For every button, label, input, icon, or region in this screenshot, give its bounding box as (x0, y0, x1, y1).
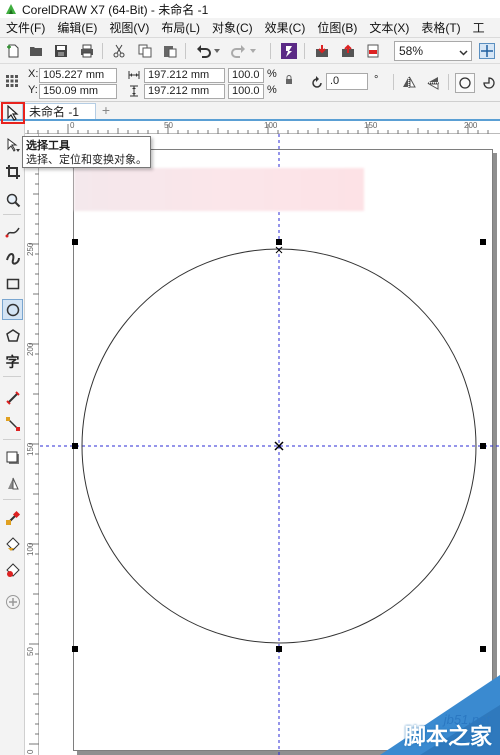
transparency-tool-icon[interactable] (2, 473, 23, 494)
title-bar: CorelDRAW X7 (64-Bit) - 未命名 -1 (0, 0, 500, 18)
export-icon[interactable] (338, 41, 358, 61)
redo-dropdown-icon[interactable] (248, 41, 258, 61)
polygon-tool-icon[interactable] (2, 325, 23, 346)
pie-mode-icon[interactable] (479, 73, 499, 93)
menu-bitmaps[interactable]: 位图(B) (311, 19, 363, 36)
rotation-icon (307, 73, 327, 93)
vruler-label-100: 100 (26, 542, 35, 556)
open-folder-icon[interactable] (26, 41, 46, 61)
horizontal-ruler[interactable]: 0 50 100 150 200 (25, 121, 500, 134)
rectangle-tool-icon[interactable] (2, 273, 23, 294)
vruler-label-50: 50 (26, 647, 35, 656)
lock-ratio-icon[interactable] (283, 73, 295, 87)
document-tab[interactable]: 未命名 -1 (22, 103, 96, 120)
ruler-label-100: 100 (264, 121, 278, 130)
vruler-label-250: 250 (26, 242, 35, 256)
mirror-vertical-icon[interactable] (424, 73, 444, 93)
document-tab-bar: 未命名 -1 + (0, 102, 500, 120)
ruler-label-200: 200 (464, 121, 478, 130)
width-icon (126, 67, 142, 82)
menu-file[interactable]: 文件(F) (0, 19, 51, 36)
menu-table[interactable]: 表格(T) (415, 19, 466, 36)
crop-tool-icon[interactable] (2, 161, 23, 182)
smart-fill-tool-icon[interactable] (2, 559, 23, 580)
menu-layout[interactable]: 布局(L) (155, 19, 206, 36)
pick-tool-icon[interactable] (3, 104, 23, 122)
y-label: Y: (28, 84, 38, 96)
menu-edit[interactable]: 编辑(E) (51, 19, 103, 36)
scale-width-field[interactable]: 100.0 (228, 68, 264, 83)
toolbox: 字 (0, 121, 25, 755)
standard-toolbar: 58% (0, 38, 500, 64)
site-watermark: jb51.net 脚本之家 (380, 675, 500, 755)
color-eyedropper-tool-icon[interactable] (2, 507, 23, 528)
zoom-level-value: 58% (399, 44, 424, 58)
chevron-down-icon (459, 46, 468, 60)
ellipse-tool-icon[interactable] (2, 299, 23, 320)
zoom-tool-icon[interactable] (2, 189, 23, 210)
blurred-area (74, 168, 364, 211)
redo-icon[interactable] (228, 41, 248, 61)
publish-pdf-icon[interactable] (363, 41, 383, 61)
scale-height-field[interactable]: 100.0 (228, 84, 264, 99)
rotation-angle-field[interactable]: .0 (326, 73, 368, 90)
watermark-name: 脚本之家 (403, 725, 492, 750)
add-tool-icon[interactable] (2, 591, 23, 612)
y-position-field[interactable]: 150.09 mm (39, 84, 117, 99)
menu-tools[interactable]: 工 (467, 19, 491, 36)
x-position-field[interactable]: 105.227 mm (39, 68, 117, 83)
undo-icon[interactable] (194, 41, 214, 61)
x-label: X: (28, 68, 39, 80)
property-bar: X: 105.227 mm Y: 150.09 mm 197.212 mm 19… (0, 64, 500, 102)
drop-shadow-tool-icon[interactable] (2, 447, 23, 468)
window-title: CorelDRAW X7 (64-Bit) - 未命名 -1 (22, 2, 209, 17)
add-document-tab-icon[interactable]: + (99, 103, 113, 118)
tooltip-title: 选择工具 (26, 140, 70, 152)
parallel-dimension-tool-icon[interactable] (2, 387, 23, 408)
vertical-ruler[interactable]: 250 200 150 100 50 0 (25, 134, 39, 755)
artistic-media-tool-icon[interactable] (2, 247, 23, 268)
ruler-label-0: 0 (70, 121, 75, 130)
zoom-level-select[interactable]: 58% (394, 41, 472, 61)
search-content-icon[interactable] (279, 41, 299, 61)
height-field[interactable]: 197.212 mm (144, 84, 225, 99)
percent-label-w: % (267, 68, 277, 80)
height-icon (126, 83, 142, 98)
object-origin-icon[interactable] (2, 71, 22, 91)
text-tool-icon[interactable]: 字 (2, 351, 23, 372)
vruler-label-0: 0 (26, 749, 35, 754)
paste-icon[interactable] (160, 41, 180, 61)
ruler-label-50: 50 (164, 121, 173, 130)
percent-label-h: % (267, 84, 277, 96)
degree-label: ° (374, 74, 379, 86)
import-icon[interactable] (312, 41, 332, 61)
menu-view[interactable]: 视图(V) (103, 19, 155, 36)
cut-icon[interactable] (109, 41, 129, 61)
tooltip-description: 选择、定位和变换对象。 (26, 154, 147, 166)
mirror-horizontal-icon[interactable] (399, 73, 419, 93)
pick-tool-tooltip: 选择工具 选择、定位和变换对象。 (22, 136, 151, 168)
new-document-icon[interactable] (3, 41, 23, 61)
menu-bar: 文件(F) 编辑(E) 视图(V) 布局(L) 对象(C) 效果(C) 位图(B… (0, 18, 500, 38)
drawing-canvas[interactable] (40, 134, 500, 755)
interactive-fill-tool-icon[interactable] (2, 533, 23, 554)
save-icon[interactable] (51, 41, 71, 61)
undo-dropdown-icon[interactable] (212, 41, 222, 61)
connector-tool-icon[interactable] (2, 413, 23, 434)
coreldraw-logo-icon (4, 2, 18, 16)
print-icon[interactable] (77, 41, 97, 61)
freehand-tool-icon[interactable] (2, 221, 23, 242)
document-tab-label: 未命名 -1 (29, 105, 80, 119)
ruler-label-150: 150 (364, 121, 378, 130)
shape-tool-icon[interactable] (2, 134, 23, 155)
ellipse-mode-icon[interactable] (455, 73, 475, 93)
vruler-label-150: 150 (26, 442, 35, 456)
copy-icon[interactable] (135, 41, 155, 61)
vruler-label-200: 200 (26, 342, 35, 356)
menu-text[interactable]: 文本(X) (363, 19, 415, 36)
menu-object[interactable]: 对象(C) (206, 19, 259, 36)
width-field[interactable]: 197.212 mm (144, 68, 225, 83)
snap-to-icon[interactable] (477, 41, 497, 61)
menu-effects[interactable]: 效果(C) (259, 19, 312, 36)
